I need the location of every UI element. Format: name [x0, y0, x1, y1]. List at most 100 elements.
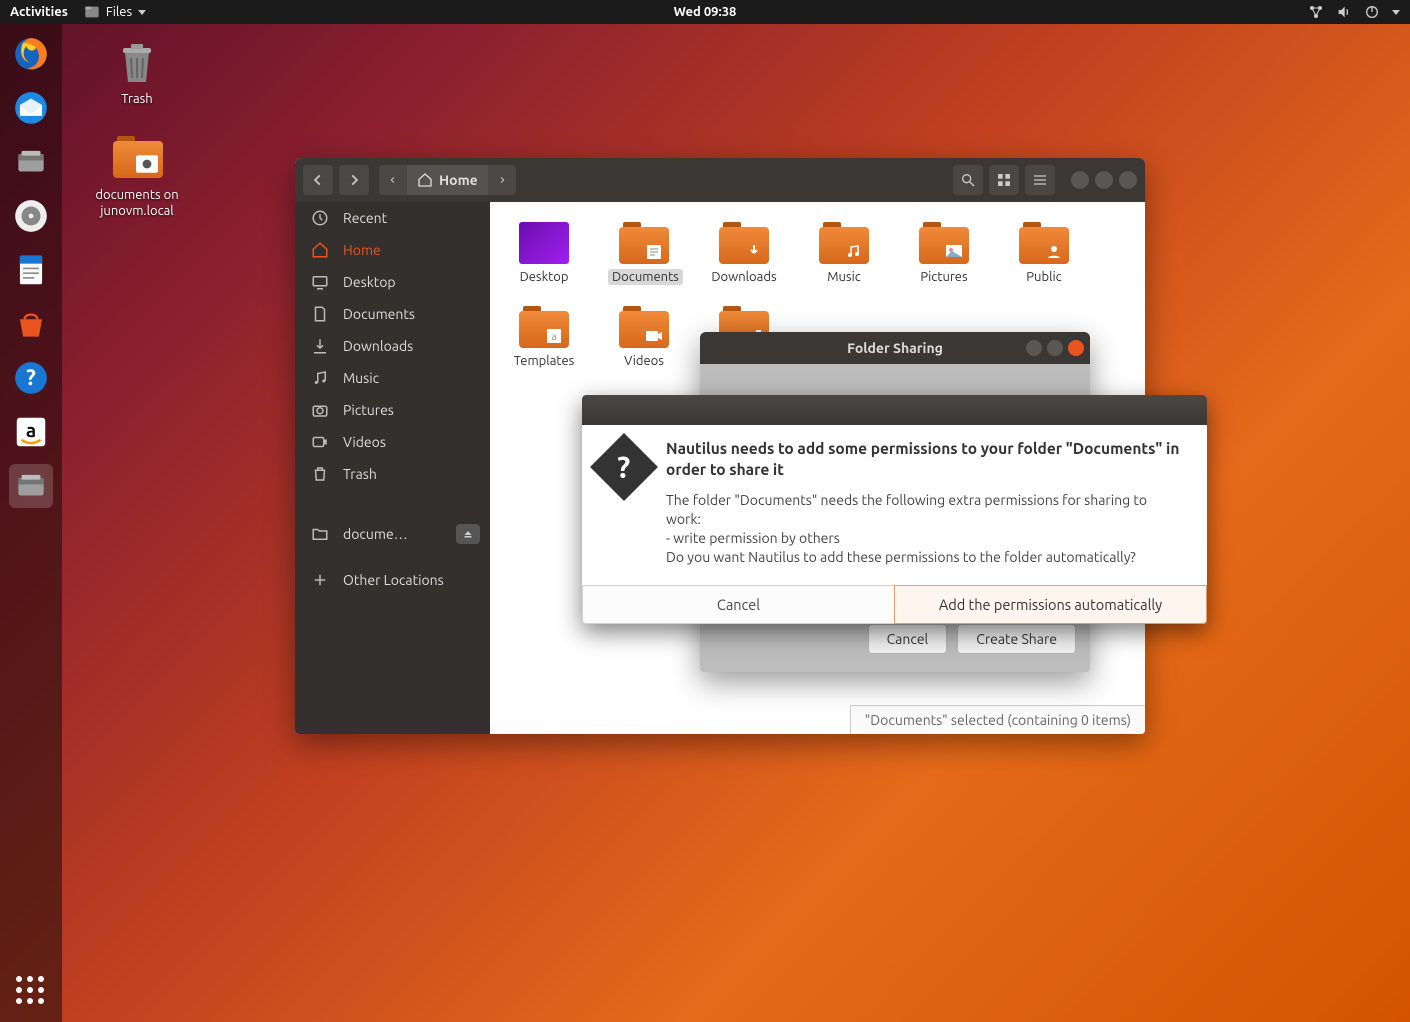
sidebar-item-label: Pictures [343, 402, 394, 418]
permissions-body: The folder "Documents" needs the followi… [666, 491, 1183, 567]
search-button[interactable] [953, 165, 983, 195]
file-label: Downloads [711, 270, 776, 284]
sidebar-item-home[interactable]: Home [295, 234, 490, 266]
window-close[interactable] [1119, 171, 1137, 189]
permissions-confirm-button[interactable]: Add the permissions automatically [894, 585, 1207, 624]
path-bar[interactable]: Home [379, 165, 516, 195]
desktop-trash[interactable]: Trash [92, 40, 182, 106]
sharing-minimize[interactable] [1026, 340, 1042, 356]
system-menu-chevron-icon[interactable] [1392, 10, 1400, 15]
dock-writer[interactable] [9, 248, 53, 292]
sharing-titlebar: Folder Sharing [700, 332, 1090, 364]
file-music[interactable]: Music [808, 222, 880, 284]
volume-icon[interactable] [1336, 4, 1352, 20]
sidebar-item-downloads[interactable]: Downloads [295, 330, 490, 362]
dock-amazon[interactable]: a [9, 410, 53, 454]
nav-forward-button[interactable] [339, 165, 369, 195]
dock-software[interactable] [9, 302, 53, 346]
menu-icon [1032, 172, 1048, 188]
sharing-maximize[interactable] [1047, 340, 1063, 356]
file-downloads[interactable]: Downloads [708, 222, 780, 284]
sidebar-item-label: Desktop [343, 274, 396, 290]
svg-text:a: a [551, 331, 556, 342]
sharing-create-button[interactable]: Create Share [957, 624, 1076, 654]
home-icon [417, 172, 433, 188]
sidebar-item-documents[interactable]: Documents [295, 298, 490, 330]
sidebar-item-otherlocations[interactable]: Other Locations [295, 564, 490, 596]
sharing-cancel-button[interactable]: Cancel [868, 624, 948, 654]
doc-icon [311, 305, 329, 323]
desktop-trash-label: Trash [121, 92, 152, 106]
sidebar-item-videos[interactable]: Videos [295, 426, 490, 458]
file-templates[interactable]: a Templates [508, 306, 580, 368]
eject-icon [462, 528, 474, 540]
nav-back-button[interactable] [303, 165, 333, 195]
network-icon[interactable] [1308, 4, 1324, 20]
folder-icon [819, 222, 869, 264]
plus-icon [311, 571, 329, 589]
file-public[interactable]: Public [1008, 222, 1080, 284]
sidebar-item-label: Recent [343, 210, 387, 226]
download-icon [311, 337, 329, 355]
sidebar-item-label: docume… [343, 526, 408, 542]
dock-files[interactable] [9, 140, 53, 184]
sidebar-item-pictures[interactable]: Pictures [295, 394, 490, 426]
folder-icon [311, 525, 329, 543]
window-minimize[interactable] [1071, 171, 1089, 189]
path-home[interactable]: Home [407, 165, 488, 195]
folder-icon [619, 222, 669, 264]
dock-firefox[interactable] [9, 32, 53, 76]
path-forward-seg[interactable] [488, 165, 516, 195]
desktop-network-share[interactable]: documents on junovm.local [85, 136, 189, 219]
status-bar: "Documents" selected (containing 0 items… [850, 705, 1145, 734]
trash-icon [311, 465, 329, 483]
folder-icon [619, 306, 669, 348]
path-back-seg[interactable] [379, 165, 407, 195]
trash-icon [113, 40, 161, 88]
sidebar-item-trash[interactable]: Trash [295, 458, 490, 490]
file-desktop[interactable]: Desktop [508, 222, 580, 284]
window-maximize[interactable] [1095, 171, 1113, 189]
show-apps-button[interactable] [16, 976, 46, 1006]
hamburger-button[interactable] [1025, 165, 1055, 195]
app-menu[interactable]: Files [84, 4, 146, 20]
file-label: Templates [514, 354, 575, 368]
sidebar-item-desktop[interactable]: Desktop [295, 266, 490, 298]
chevron-left-icon [389, 174, 397, 186]
clock[interactable]: Wed 09:38 [674, 5, 737, 19]
video-icon [311, 433, 329, 451]
dock-thunderbird[interactable] [9, 86, 53, 130]
dock: ? a [0, 24, 62, 1022]
file-label: Pictures [920, 270, 967, 284]
permissions-dialog: ? Nautilus needs to add some permissions… [582, 395, 1207, 624]
sidebar-item-label: Trash [343, 466, 377, 482]
dock-rhythmbox[interactable] [9, 194, 53, 238]
view-toggle-button[interactable] [989, 165, 1019, 195]
power-icon[interactable] [1364, 4, 1380, 20]
permissions-header [582, 395, 1207, 425]
sharing-title: Folder Sharing [847, 340, 943, 356]
activities-button[interactable]: Activities [10, 5, 68, 19]
files-app-icon [84, 4, 100, 20]
permissions-cancel-button[interactable]: Cancel [582, 585, 894, 624]
sidebar-item-label: Other Locations [343, 572, 444, 588]
file-videos[interactable]: Videos [608, 306, 680, 368]
file-documents[interactable]: Documents [608, 222, 680, 284]
sidebar-item-docume[interactable]: docume… [295, 518, 490, 550]
dock-files-running[interactable] [9, 464, 53, 508]
headerbar: Home [295, 158, 1145, 202]
sidebar-item-label: Home [343, 242, 381, 258]
folder-icon [919, 222, 969, 264]
dock-help[interactable]: ? [9, 356, 53, 400]
file-label: Music [827, 270, 861, 284]
sharing-close[interactable] [1068, 340, 1084, 356]
file-pictures[interactable]: Pictures [908, 222, 980, 284]
clock-icon [311, 209, 329, 227]
chevron-down-icon [138, 10, 146, 15]
sidebar-item-label: Music [343, 370, 379, 386]
eject-button[interactable] [456, 524, 480, 544]
desktop-thumb-icon [519, 222, 569, 264]
sidebar-item-music[interactable]: Music [295, 362, 490, 394]
sidebar-item-recent[interactable]: Recent [295, 202, 490, 234]
music-icon [311, 369, 329, 387]
